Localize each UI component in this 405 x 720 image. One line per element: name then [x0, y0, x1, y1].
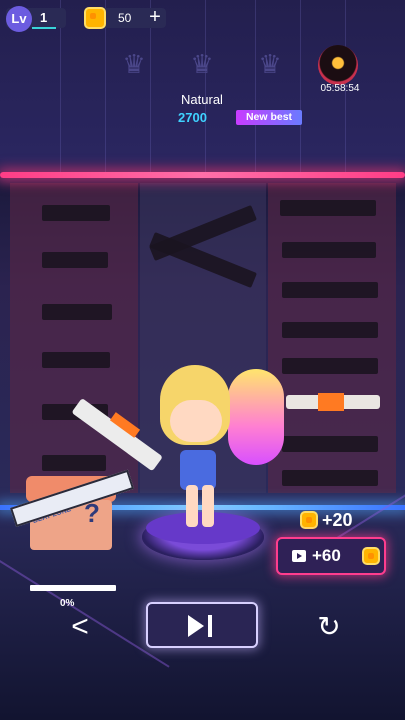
locked-weapon-icon — [42, 352, 110, 368]
level-number: 1 — [40, 10, 48, 25]
rifle-accent — [318, 393, 344, 411]
crown-icon: ♛ — [190, 49, 214, 79]
song-title: Natural — [181, 92, 223, 107]
event-timer: 05:58:54 — [320, 83, 360, 94]
song-score: 2700 — [178, 110, 207, 125]
watch-ad-reward-button[interactable]: +60 — [276, 537, 386, 575]
character-leg — [202, 485, 214, 527]
character-leg — [186, 485, 198, 527]
ad-reward-amount: +60 — [312, 546, 341, 565]
coin-icon — [84, 7, 106, 29]
character-hair — [228, 369, 284, 465]
locked-weapon-icon — [42, 455, 106, 471]
character-face — [170, 400, 222, 442]
replay-button[interactable]: ↻ — [312, 610, 346, 644]
locked-weapon-icon — [42, 205, 110, 221]
skip-bar-icon — [208, 615, 212, 637]
locked-weapon-icon — [282, 282, 378, 298]
player-character — [150, 365, 290, 540]
unlock-progress-bar — [30, 585, 116, 591]
top-neon-strip — [0, 172, 405, 178]
coin-icon — [362, 547, 380, 565]
locked-weapon-icon — [282, 436, 378, 452]
crown-icon: ♛ — [122, 49, 146, 79]
level-progress-bar — [32, 27, 56, 29]
video-ad-icon — [292, 550, 306, 562]
new-best-badge: New best — [236, 110, 302, 125]
lane-divider — [300, 0, 301, 175]
character-body — [180, 450, 216, 490]
lane-divider — [255, 0, 256, 175]
locked-weapon-icon — [282, 358, 378, 374]
coin-count: 50 — [118, 11, 132, 25]
add-coins-button[interactable]: + — [146, 6, 164, 28]
locked-weapon-icon — [42, 304, 112, 320]
reward-amount: +20 — [322, 510, 353, 530]
locked-weapon-icon — [280, 200, 376, 216]
locked-weapon-icon — [282, 242, 376, 258]
locked-weapon-icon — [282, 470, 378, 486]
level-icon: Lv — [6, 6, 32, 32]
unlock-progress-text: 0% — [60, 598, 75, 609]
locked-weapon-icon — [42, 252, 108, 268]
coin-icon — [300, 511, 318, 529]
previous-song-button[interactable]: < — [66, 610, 94, 644]
boss-event-icon[interactable] — [318, 45, 358, 85]
play-next-button[interactable] — [146, 602, 258, 648]
locked-weapon-icon — [282, 322, 378, 338]
lane-divider — [205, 0, 206, 175]
play-icon — [188, 615, 204, 637]
crown-icon: ♛ — [258, 49, 282, 79]
game-screen: Lv 1 50 + ♛ ♛ ♛ 05:58:54 Natural 2700 Ne… — [0, 0, 405, 720]
